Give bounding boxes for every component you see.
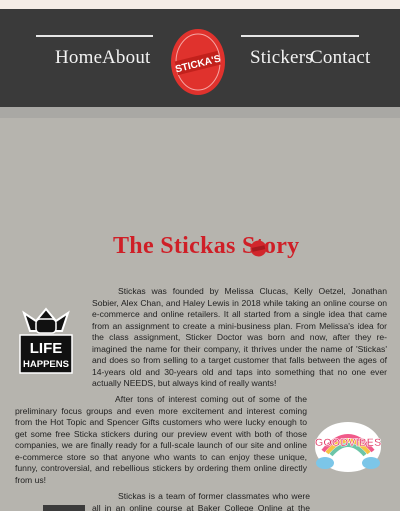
story-paragraph: After tons of interest coming out of som…: [15, 394, 307, 485]
nav-divider-right: [241, 35, 359, 37]
sticker-image-partial: [43, 505, 85, 511]
nav-divider-left: [36, 35, 153, 37]
stickas-logo[interactable]: STICKA'S: [170, 22, 226, 100]
nav-link-stickers[interactable]: Stickers: [250, 47, 313, 69]
story-title: The Stickas Story: [113, 233, 300, 259]
nav-link-home[interactable]: Home: [55, 47, 102, 69]
good-vibes-text: GOODVIBES: [315, 437, 382, 449]
top-strip: [0, 0, 400, 9]
nav-link-about[interactable]: About: [102, 47, 151, 69]
good-vibes-sticker: GOODVIBES: [314, 422, 382, 472]
nav-link-contact[interactable]: Contact: [310, 47, 371, 69]
story-paragraph: Stickas is a team of former classmates w…: [92, 491, 310, 511]
navbar: Home About Stickers Contact STICKA'S: [0, 9, 400, 107]
story-paragraph: Stickas was founded by Melissa Clucas, K…: [92, 286, 387, 388]
life-text: LIFE: [30, 340, 63, 357]
logo-badge-icon: [250, 240, 267, 257]
happens-text: HAPPENS: [23, 359, 69, 370]
life-happens-sticker: LIFE HAPPENS: [19, 307, 73, 374]
